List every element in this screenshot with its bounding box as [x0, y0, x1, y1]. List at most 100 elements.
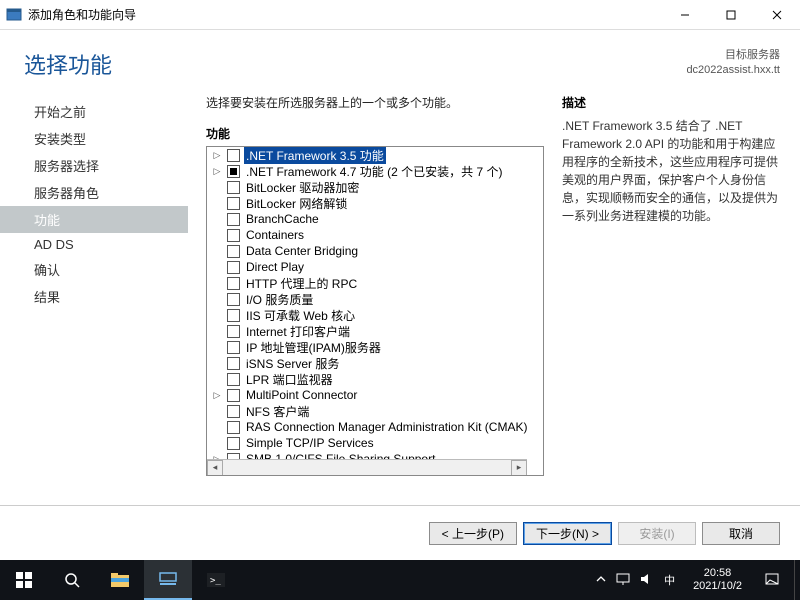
scroll-left-icon[interactable]: ◂ [207, 460, 223, 476]
feature-checkbox[interactable] [227, 181, 240, 194]
scroll-right-icon[interactable]: ▸ [511, 460, 527, 476]
start-button[interactable] [0, 560, 48, 600]
expander-icon[interactable]: ▷ [211, 166, 223, 177]
feature-checkbox[interactable] [227, 149, 240, 162]
expander-icon[interactable]: ▷ [211, 150, 223, 161]
close-button[interactable] [754, 0, 800, 30]
feature-label: BitLocker 网络解锁 [244, 195, 349, 212]
feature-row[interactable]: iSNS Server 服务 [207, 355, 543, 371]
feature-row[interactable]: Direct Play [207, 259, 543, 275]
title-bar: 添加角色和功能向导 [0, 0, 800, 30]
show-desktop-button[interactable] [794, 560, 800, 600]
feature-label: HTTP 代理上的 RPC [244, 275, 359, 292]
nav-item[interactable]: 安装类型 [0, 125, 188, 152]
target-server-info: 目标服务器 dc2022assist.hxx.tt [686, 48, 780, 79]
feature-row[interactable]: Internet 打印客户端 [207, 323, 543, 339]
install-button[interactable]: 安装(I) [618, 522, 696, 545]
feature-checkbox[interactable] [227, 309, 240, 322]
scroll-track[interactable] [223, 460, 511, 476]
maximize-button[interactable] [708, 0, 754, 30]
feature-checkbox[interactable] [227, 373, 240, 386]
search-button[interactable] [48, 560, 96, 600]
ime-indicator[interactable]: 中 [664, 572, 675, 588]
clock[interactable]: 20:58 2021/10/2 [685, 567, 750, 593]
feature-row[interactable]: Simple TCP/IP Services [207, 435, 543, 451]
feature-label: IP 地址管理(IPAM)服务器 [244, 339, 383, 356]
expander-icon[interactable]: ▷ [211, 390, 223, 401]
feature-checkbox[interactable] [227, 405, 240, 418]
feature-label: Internet 打印客户端 [244, 323, 352, 340]
feature-checkbox[interactable] [227, 293, 240, 306]
feature-checkbox[interactable] [227, 421, 240, 434]
feature-label: Direct Play [244, 260, 306, 274]
horizontal-scrollbar[interactable]: ◂ ▸ [207, 459, 527, 475]
feature-label: .NET Framework 3.5 功能 [244, 147, 386, 164]
wizard-footer: < 上一步(P) 下一步(N) > 安装(I) 取消 [0, 505, 800, 560]
feature-checkbox[interactable] [227, 437, 240, 450]
system-tray: 中 [586, 572, 685, 588]
sound-icon[interactable] [640, 573, 654, 588]
feature-row[interactable]: IP 地址管理(IPAM)服务器 [207, 339, 543, 355]
feature-checkbox[interactable] [227, 165, 240, 178]
feature-checkbox[interactable] [227, 325, 240, 338]
clock-date: 2021/10/2 [693, 580, 742, 593]
feature-label: iSNS Server 服务 [244, 355, 341, 372]
feature-checkbox[interactable] [227, 229, 240, 242]
feature-label: LPR 端口监视器 [244, 371, 335, 388]
header: 选择功能 目标服务器 dc2022assist.hxx.tt [0, 30, 800, 88]
feature-tree: ▷ .NET Framework 3.5 功能▷.NET Framework 4.… [206, 146, 544, 476]
feature-row[interactable]: Containers [207, 227, 543, 243]
feature-checkbox[interactable] [227, 245, 240, 258]
file-explorer-button[interactable] [96, 560, 144, 600]
server-manager-button[interactable] [144, 560, 192, 600]
feature-row[interactable]: I/O 服务质量 [207, 291, 543, 307]
feature-checkbox[interactable] [227, 357, 240, 370]
feature-checkbox[interactable] [227, 389, 240, 402]
feature-label: MultiPoint Connector [244, 388, 359, 402]
target-label: 目标服务器 [686, 48, 780, 63]
feature-row[interactable]: HTTP 代理上的 RPC [207, 275, 543, 291]
nav-item[interactable]: 功能 [0, 206, 188, 233]
terminal-button[interactable]: >_ [192, 560, 240, 600]
feature-row[interactable]: Data Center Bridging [207, 243, 543, 259]
app-icon [6, 7, 22, 23]
nav-item[interactable]: 服务器角色 [0, 179, 188, 206]
nav-item[interactable]: 服务器选择 [0, 152, 188, 179]
cancel-button[interactable]: 取消 [702, 522, 780, 545]
feature-row[interactable]: BitLocker 网络解锁 [207, 195, 543, 211]
feature-row[interactable]: RAS Connection Manager Administration Ki… [207, 419, 543, 435]
minimize-button[interactable] [662, 0, 708, 30]
nav-item[interactable]: 确认 [0, 256, 188, 283]
feature-row[interactable]: LPR 端口监视器 [207, 371, 543, 387]
features-heading: 功能 [206, 125, 544, 142]
previous-button[interactable]: < 上一步(P) [429, 522, 517, 545]
description-text: .NET Framework 3.5 结合了 .NET Framework 2.… [562, 117, 780, 225]
feature-row[interactable]: ▷ .NET Framework 3.5 功能 [207, 147, 543, 163]
feature-tree-scroll[interactable]: ▷ .NET Framework 3.5 功能▷.NET Framework 4.… [207, 147, 543, 475]
network-icon[interactable] [616, 573, 630, 588]
feature-checkbox[interactable] [227, 277, 240, 290]
feature-label: NFS 客户端 [244, 403, 311, 420]
feature-label: Data Center Bridging [244, 244, 360, 258]
feature-checkbox[interactable] [227, 341, 240, 354]
feature-row[interactable]: NFS 客户端 [207, 403, 543, 419]
feature-row[interactable]: BitLocker 驱动器加密 [207, 179, 543, 195]
feature-checkbox[interactable] [227, 261, 240, 274]
feature-checkbox[interactable] [227, 197, 240, 210]
target-value: dc2022assist.hxx.tt [686, 63, 780, 78]
feature-label: IIS 可承载 Web 核心 [244, 307, 357, 324]
notifications-button[interactable] [750, 560, 794, 600]
feature-label: BranchCache [244, 212, 321, 226]
feature-row[interactable]: ▷.NET Framework 4.7 功能 (2 个已安装，共 7 个) [207, 163, 543, 179]
tray-chevron-icon[interactable] [596, 574, 606, 587]
nav-item[interactable]: 开始之前 [0, 98, 188, 125]
feature-row[interactable]: ▷ MultiPoint Connector [207, 387, 543, 403]
nav-item[interactable]: AD DS [0, 233, 188, 256]
nav-item[interactable]: 结果 [0, 283, 188, 310]
feature-checkbox[interactable] [227, 213, 240, 226]
feature-row[interactable]: BranchCache [207, 211, 543, 227]
page-title: 选择功能 [24, 48, 686, 80]
clock-time: 20:58 [693, 567, 742, 580]
feature-row[interactable]: IIS 可承载 Web 核心 [207, 307, 543, 323]
next-button[interactable]: 下一步(N) > [523, 522, 612, 545]
